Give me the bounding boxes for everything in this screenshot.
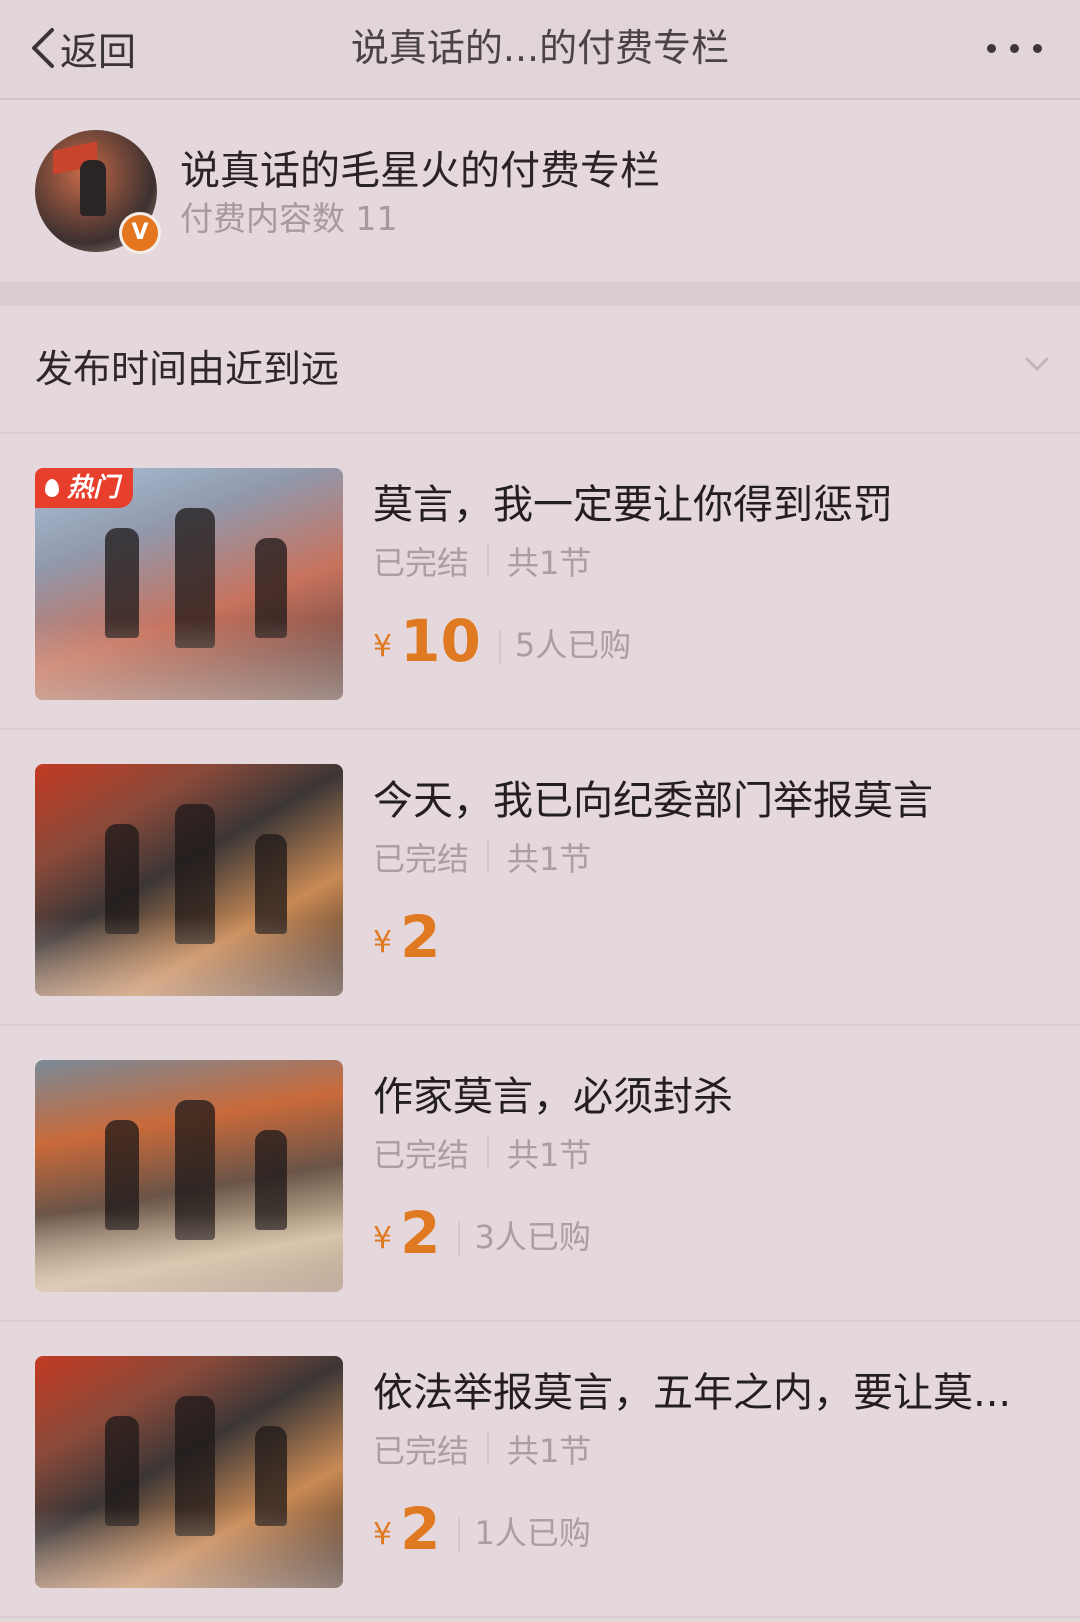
column-name: 说真话的毛星火的付费专栏 — [180, 148, 660, 194]
section-divider — [0, 282, 1080, 306]
item-price-row: ¥ 10 5人已购 — [373, 600, 631, 670]
hot-badge-label: 热门 — [67, 473, 120, 503]
currency-symbol: ¥ — [373, 629, 393, 664]
item-price: 2 — [400, 1495, 441, 1563]
currency-symbol: ¥ — [373, 925, 393, 960]
item-meta: 已完结 共1节 — [373, 1428, 591, 1470]
item-meta: 已完结 共1节 — [373, 836, 591, 878]
list-item[interactable]: 热门 莫言，我一定要让你得到惩罚 已完结 共1节 ¥ 10 5人已购 — [0, 434, 1080, 730]
list-item[interactable]: 作家莫言，必须封杀 已完结 共1节 ¥ 2 3人已购 — [0, 1026, 1080, 1322]
item-price-row: ¥ 2 — [373, 896, 440, 966]
divider — [487, 1433, 490, 1465]
currency-symbol: ¥ — [373, 1221, 393, 1256]
nav-bar: 返回 说真话的...的付费专栏 — [0, 0, 1080, 100]
back-label: 返回 — [60, 29, 137, 74]
item-sections: 共1节 — [507, 1136, 592, 1174]
divider — [487, 841, 490, 873]
item-thumbnail — [35, 1356, 343, 1588]
item-buyers: 5人已购 — [514, 626, 632, 664]
page-title: 说真话的...的付费专栏 — [350, 26, 730, 70]
item-title: 今天，我已向纪委部门举报莫言 — [373, 778, 933, 824]
divider — [458, 1518, 461, 1552]
chevron-down-icon — [1024, 356, 1050, 376]
flame-icon — [45, 479, 59, 497]
dot-icon — [987, 43, 996, 53]
item-sections: 共1节 — [507, 1432, 592, 1470]
chevron-left-icon — [28, 26, 56, 70]
item-price: 10 — [400, 607, 481, 675]
item-status: 已完结 — [373, 840, 470, 878]
content-count: 付费内容数 11 — [180, 199, 398, 238]
item-status: 已完结 — [373, 1432, 470, 1470]
currency-symbol: ¥ — [373, 1517, 393, 1552]
item-price-row: ¥ 2 3人已购 — [373, 1192, 591, 1262]
item-price-row: ¥ 2 1人已购 — [373, 1488, 591, 1558]
sort-label: 发布时间由近到远 — [35, 347, 340, 391]
item-thumbnail — [35, 1060, 343, 1292]
avatar-figure-shape — [80, 160, 106, 216]
item-status: 已完结 — [373, 1136, 470, 1174]
item-price: 2 — [400, 1199, 441, 1267]
verified-badge-icon: V — [119, 212, 161, 254]
list-item[interactable]: 今天，我已向纪委部门举报莫言 已完结 共1节 ¥ 2 — [0, 730, 1080, 1026]
item-sections: 共1节 — [507, 840, 592, 878]
dot-icon — [1010, 43, 1019, 53]
item-buyers: 3人已购 — [474, 1218, 591, 1256]
item-title: 莫言，我一定要让你得到惩罚 — [373, 482, 893, 528]
list-item[interactable]: 依法举报莫言，五年之内，要让莫... 已完结 共1节 ¥ 2 1人已购 — [0, 1322, 1080, 1618]
back-button[interactable]: 返回 — [28, 18, 136, 78]
hot-badge: 热门 — [35, 468, 134, 508]
item-price: 2 — [400, 903, 441, 971]
column-header: V 说真话的毛星火的付费专栏 付费内容数 11 — [0, 100, 1080, 280]
dot-icon — [1033, 43, 1042, 53]
item-title: 依法举报莫言，五年之内，要让莫... — [373, 1370, 1012, 1416]
divider — [498, 630, 501, 664]
item-sections: 共1节 — [507, 544, 592, 582]
divider — [487, 545, 490, 577]
divider — [458, 1222, 461, 1256]
divider — [487, 1137, 490, 1169]
item-status: 已完结 — [373, 544, 470, 582]
item-meta: 已完结 共1节 — [373, 540, 591, 582]
item-meta: 已完结 共1节 — [373, 1132, 591, 1174]
item-buyers: 1人已购 — [474, 1514, 591, 1552]
item-title: 作家莫言，必须封杀 — [373, 1074, 733, 1120]
sort-dropdown[interactable]: 发布时间由近到远 — [0, 306, 1080, 434]
more-options-button[interactable] — [952, 26, 1042, 70]
item-thumbnail — [35, 764, 343, 996]
